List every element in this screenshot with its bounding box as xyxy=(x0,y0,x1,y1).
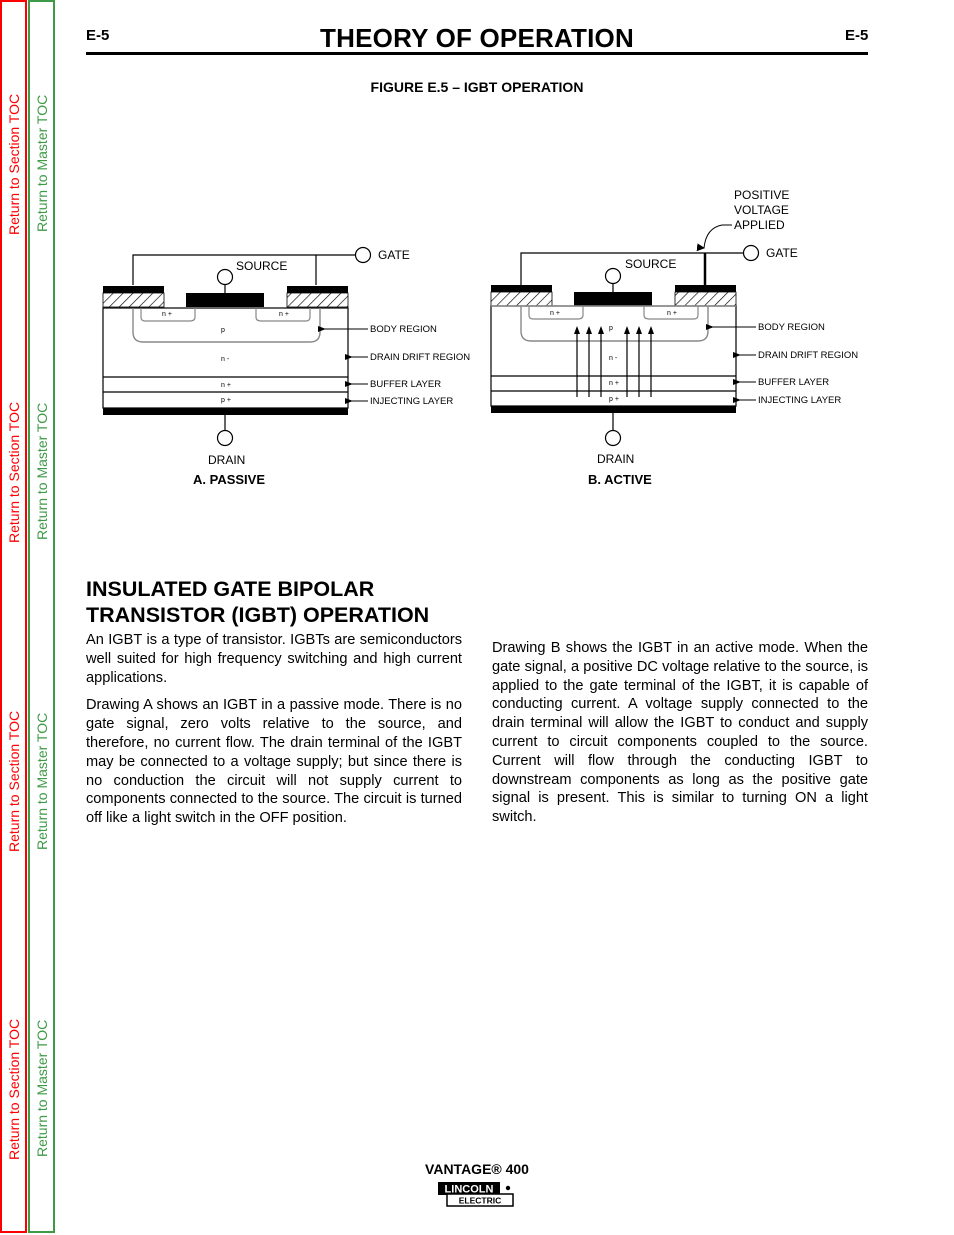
gate-label: GATE xyxy=(378,248,410,262)
logo-bottom-text: ELECTRIC xyxy=(459,1196,502,1206)
n-plus-left-label: n + xyxy=(162,311,172,318)
paragraph: Drawing B shows the IGBT in an active mo… xyxy=(492,640,868,826)
drain-drift-region-label: DRAIN DRIFT REGION xyxy=(370,352,470,363)
page-title: THEORY OF OPERATION xyxy=(320,23,634,53)
buffer-doping-label: n + xyxy=(609,380,619,387)
drain-label: DRAIN xyxy=(597,452,634,466)
gate-label: GATE xyxy=(766,246,798,260)
return-to-master-toc-link[interactable]: Return to Master TOC xyxy=(34,95,50,232)
positive-voltage-annotation-line1: POSITIVE xyxy=(734,188,789,202)
right-column: Drawing B shows the IGBT in an active mo… xyxy=(492,639,868,836)
master-toc-bar: Return to Master TOC Return to Master TO… xyxy=(28,0,55,1233)
return-to-master-toc-link[interactable]: Return to Master TOC xyxy=(34,713,50,850)
active-igbt-drawing: POSITIVE VOLTAGE APPLIED GATE SOURCE n +… xyxy=(490,188,858,487)
n-minus-label: n - xyxy=(609,355,618,362)
gate-terminal-icon xyxy=(742,244,760,262)
footer-model-name: VANTAGE® 400 xyxy=(425,1161,529,1177)
n-plus-left-label: n + xyxy=(550,310,560,317)
lincoln-electric-logo: LINCOLN ELECTRIC xyxy=(438,1182,514,1207)
drain-terminal-icon xyxy=(216,429,234,447)
return-to-section-toc-link[interactable]: Return to Section TOC xyxy=(6,1019,22,1160)
passive-label: A. PASSIVE xyxy=(193,472,265,487)
n-plus-right-label: n + xyxy=(279,311,289,318)
source-terminal-icon xyxy=(604,267,622,285)
paragraph: An IGBT is a type of transistor. IGBTs a… xyxy=(86,632,462,686)
drain-terminal-icon xyxy=(604,429,622,447)
left-column: An IGBT is a type of transistor. IGBTs a… xyxy=(86,631,462,837)
page-code-right: E-5 xyxy=(845,27,869,44)
inject-doping-label: p + xyxy=(609,396,619,403)
section-heading: INSULATED GATE BIPOLAR TRANSISTOR (IGBT)… xyxy=(86,576,486,628)
p-body-label: p xyxy=(221,327,225,334)
source-terminal-icon xyxy=(216,268,234,286)
drain-drift-region-label: DRAIN DRIFT REGION xyxy=(758,350,858,361)
gate-terminal-icon xyxy=(354,246,372,264)
source-label: SOURCE xyxy=(625,257,676,271)
n-minus-label: n - xyxy=(221,356,230,363)
p-body-label: p xyxy=(609,325,613,332)
return-to-section-toc-link[interactable]: Return to Section TOC xyxy=(6,711,22,852)
positive-voltage-annotation-line3: APPLIED xyxy=(734,218,785,232)
section-heading-line2: TRANSISTOR (IGBT) OPERATION xyxy=(86,603,430,627)
drain-label: DRAIN xyxy=(208,453,245,467)
source-label: SOURCE xyxy=(236,259,287,273)
inject-doping-label: p + xyxy=(221,397,231,404)
section-toc-bar: Return to Section TOC Return to Section … xyxy=(0,0,27,1233)
injecting-layer-label: INJECTING LAYER xyxy=(758,395,841,406)
return-to-section-toc-link[interactable]: Return to Section TOC xyxy=(6,402,22,543)
buffer-layer-label: BUFFER LAYER xyxy=(370,379,441,390)
n-plus-right-label: n + xyxy=(667,310,677,317)
buffer-doping-label: n + xyxy=(221,382,231,389)
figure-caption: FIGURE E.5 – IGBT OPERATION xyxy=(370,79,584,95)
positive-voltage-annotation-line2: VOLTAGE xyxy=(734,203,789,217)
header-rule xyxy=(86,52,868,55)
body-region-label: BODY REGION xyxy=(758,322,825,333)
return-to-master-toc-link[interactable]: Return to Master TOC xyxy=(34,1020,50,1157)
injecting-layer-label: INJECTING LAYER xyxy=(370,396,453,407)
igbt-diagram: GATE SOURCE n + n + p n - n + p + DRAIN … xyxy=(102,188,858,487)
active-label: B. ACTIVE xyxy=(588,472,652,487)
return-to-master-toc-link[interactable]: Return to Master TOC xyxy=(34,403,50,540)
paragraph: Drawing A shows an IGBT in a passive mod… xyxy=(86,697,462,827)
return-to-section-toc-link[interactable]: Return to Section TOC xyxy=(6,94,22,235)
passive-igbt-drawing: GATE SOURCE n + n + p n - n + p + DRAIN … xyxy=(102,246,470,487)
section-heading-line1: INSULATED GATE BIPOLAR xyxy=(86,577,375,601)
buffer-layer-label: BUFFER LAYER xyxy=(758,377,829,388)
body-region-label: BODY REGION xyxy=(370,324,437,335)
